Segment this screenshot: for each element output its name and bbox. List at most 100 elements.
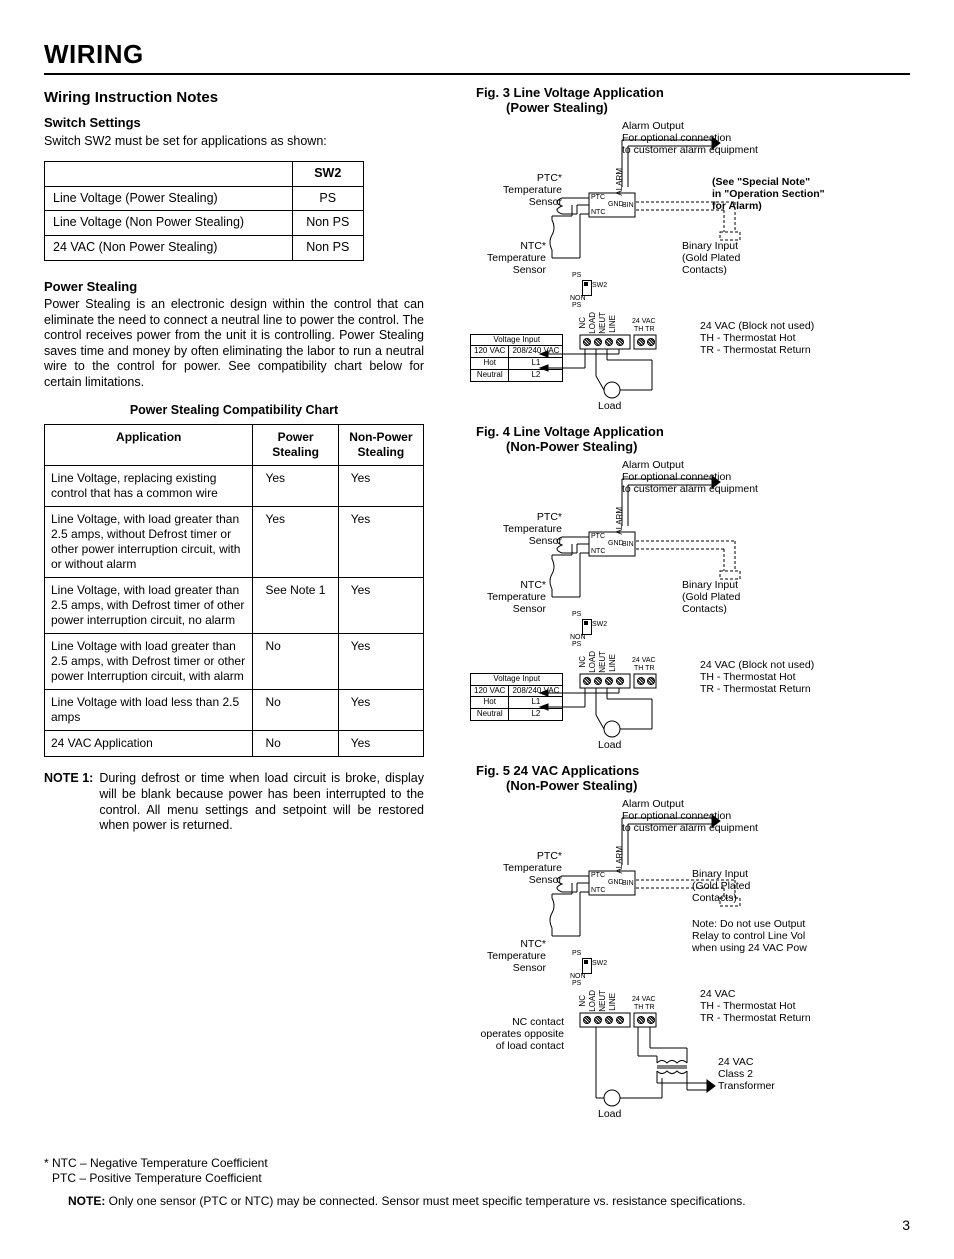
fig4-sw-ps: PS <box>572 611 581 620</box>
fig5-load: Load <box>598 1108 621 1120</box>
fig3-relay-neut: NEUT <box>599 312 607 334</box>
screw-icon <box>616 1016 624 1024</box>
table-row: Line Voltage, with load greater than 2.5… <box>45 507 424 578</box>
sw2-header: SW2 <box>292 162 363 187</box>
table-row: Line Voltage (Non Power Stealing) Non PS <box>45 211 364 236</box>
screw-icon <box>647 677 655 685</box>
fig4-ptc: PTC* Temperature Sensor <box>512 511 562 547</box>
compat-h2: Power Stealing <box>253 425 338 466</box>
fig3-title-l1: Fig. 3 Line Voltage Application <box>476 85 664 100</box>
compat-ps-1: Yes <box>253 507 338 578</box>
compat-nps-2: Yes <box>338 578 423 634</box>
fig4-diagram: Alarm Output For optional connection to … <box>452 459 832 749</box>
fig4-relay-line: LINE <box>609 654 617 672</box>
fig4-term-bin: BIN <box>622 541 634 550</box>
table-row: Line Voltage, replacing existing control… <box>45 466 424 507</box>
compat-app-2: Line Voltage, with load greater than 2.5… <box>45 578 253 634</box>
fig4-binary: Binary Input (Gold Plated Contacts) <box>682 579 740 615</box>
fig5-title-l2: (Non-Power Stealing) <box>506 778 910 794</box>
compat-nps-5: Yes <box>338 731 423 757</box>
screw-icon <box>583 338 591 346</box>
note-1-label: NOTE 1: <box>44 771 93 834</box>
sw2-val-1: Non PS <box>292 211 363 236</box>
table-row: 24 VAC (Non Power Stealing) Non PS <box>45 236 364 261</box>
table-row: Line Voltage, with load greater than 2.5… <box>45 578 424 634</box>
fig5-xfmr: 24 VAC Class 2 Transformer <box>718 1056 775 1092</box>
fig3-relay-line: LINE <box>609 315 617 333</box>
fig5-title: Fig. 5 24 VAC Applications (Non-Power St… <box>476 763 910 794</box>
screw-icon <box>605 677 613 685</box>
screw-icon <box>616 677 624 685</box>
compat-app-5: 24 VAC Application <box>45 731 253 757</box>
screw-icon <box>637 1016 645 1024</box>
fig3-binary: Binary Input (Gold Plated Contacts) <box>682 240 740 276</box>
fig5-binary: Binary Input (Gold Plated Contacts) <box>692 868 750 904</box>
fig3-sw-ps2: PS <box>572 302 581 311</box>
footnote-star-l2: PTC – Positive Temperature Coefficient <box>52 1171 262 1185</box>
fig4-sw-ps2: PS <box>572 641 581 650</box>
sw2-header-empty <box>45 162 293 187</box>
screw-icon <box>605 338 613 346</box>
fig3-title-l2: (Power Stealing) <box>506 100 910 116</box>
page-title: WIRING <box>44 38 910 75</box>
fig4-term-alarm: ALARM <box>616 507 624 535</box>
sw2-val-2: Non PS <box>292 236 363 261</box>
screw-icon <box>637 338 645 346</box>
fig5-title-l1: Fig. 5 24 VAC Applications <box>476 763 639 778</box>
fig3-term-alarm: ALARM <box>616 168 624 196</box>
fig5-relay-neut: NEUT <box>599 990 607 1012</box>
compat-app-3: Line Voltage with load greater than 2.5 … <box>45 634 253 690</box>
compat-nps-1: Yes <box>338 507 423 578</box>
fig5-term-ntc: NTC <box>591 887 605 896</box>
fig3-24vac: 24 VAC (Block not used) TH - Thermostat … <box>700 320 814 356</box>
compat-nps-0: Yes <box>338 466 423 507</box>
left-column: Wiring Instruction Notes Switch Settings… <box>44 85 424 1133</box>
compat-nps-3: Yes <box>338 634 423 690</box>
fig3-diagram: Alarm Output For optional connection to … <box>452 120 832 410</box>
compat-ps-2: See Note 1 <box>253 578 338 634</box>
fig4-sw2-box <box>582 619 592 635</box>
fig5-term-alarm: ALARM <box>616 846 624 874</box>
right-column: Fig. 3 Line Voltage Application (Power S… <box>452 85 910 1133</box>
compat-ps-5: No <box>253 731 338 757</box>
sw2-app-2: 24 VAC (Non Power Stealing) <box>45 236 293 261</box>
screw-icon <box>637 677 645 685</box>
screw-icon <box>594 338 602 346</box>
fig3-title: Fig. 3 Line Voltage Application (Power S… <box>476 85 910 116</box>
fig4-voltage-input: Voltage Input 120 VAC208/240 VAC HotL1 N… <box>470 673 563 721</box>
sw2-table: SW2 Line Voltage (Power Stealing) PS Lin… <box>44 161 364 261</box>
note-1-text: During defrost or time when load circuit… <box>99 771 424 834</box>
screw-icon <box>583 677 591 685</box>
fig4-relay-nc: NC <box>579 656 587 668</box>
fig5-24vac: 24 VAC TH - Thermostat Hot TR - Thermost… <box>700 988 811 1024</box>
fig3-sw-sw2: SW2 <box>592 282 607 291</box>
fig3-ptc: PTC* Temperature Sensor <box>512 172 562 208</box>
compat-h1: Application <box>45 425 253 466</box>
screw-icon <box>605 1016 613 1024</box>
compat-ps-4: No <box>253 690 338 731</box>
screw-icon <box>583 1016 591 1024</box>
footnote-star: * NTC – Negative Temperature Coefficient… <box>44 1156 910 1186</box>
fig3-relay-thtr: TH TR <box>634 326 655 335</box>
fig5-relay-line: LINE <box>609 993 617 1011</box>
fig3-term-bin: BIN <box>622 202 634 211</box>
compat-title: Power Stealing Compatibility Chart <box>44 403 424 419</box>
screw-icon <box>647 338 655 346</box>
fig3-alarm-out: Alarm Output For optional connection to … <box>622 120 758 156</box>
fig5-ntc: NTC* Temperature Sensor <box>486 938 546 974</box>
fig5-term-ptc: PTC <box>591 872 605 881</box>
footnote-note-label: NOTE: <box>68 1194 105 1208</box>
fig3-sw2-box <box>582 280 592 296</box>
screw-icon <box>594 677 602 685</box>
fig5-nc-contact: NC contact operates opposite of load con… <box>472 1016 564 1052</box>
fig5-relay-load: LOAD <box>589 990 597 1012</box>
page-number: 3 <box>44 1217 910 1235</box>
fig4-alarm-out: Alarm Output For optional connection to … <box>622 459 758 495</box>
compat-ps-3: No <box>253 634 338 690</box>
switch-settings-heading: Switch Settings <box>44 115 424 131</box>
fig5-sw-ps2: PS <box>572 980 581 989</box>
fig5-sw-ps: PS <box>572 950 581 959</box>
footnote-note: NOTE: Only one sensor (PTC or NTC) may b… <box>68 1194 910 1209</box>
fig4-title-l2: (Non-Power Stealing) <box>506 439 910 455</box>
footnote-star-l1: * NTC – Negative Temperature Coefficient <box>44 1156 268 1170</box>
